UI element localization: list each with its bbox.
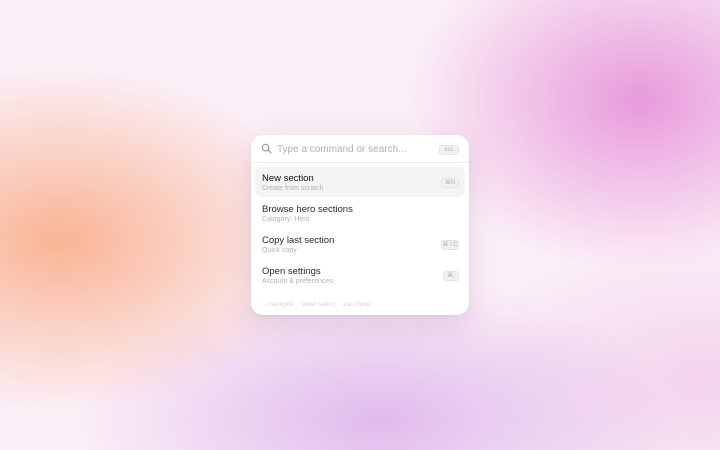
command-item-browse-hero-sections[interactable]: Browse hero sections Category: Hero bbox=[255, 198, 465, 228]
command-item-title: Browse hero sections bbox=[262, 204, 353, 215]
shortcut-hint: ⌘, bbox=[443, 271, 459, 281]
keyboard-hints-footer: ↑↓ navigate enter select esc close bbox=[261, 301, 376, 308]
command-item-title: Open settings bbox=[262, 266, 321, 277]
esc-key-hint: esc bbox=[439, 145, 459, 155]
search-input[interactable] bbox=[277, 141, 435, 157]
search-icon bbox=[261, 143, 272, 154]
command-item-subtitle: Account & preferences bbox=[262, 278, 333, 285]
search-bar: esc bbox=[251, 135, 469, 163]
command-item-open-settings[interactable]: Open settings Account & preferences ⌘, bbox=[255, 260, 465, 290]
command-item-new-section[interactable]: New section Create from scratch ⌘N bbox=[255, 167, 465, 197]
shortcut-hint: ⌘⇧C bbox=[441, 240, 459, 250]
select-hint: enter select bbox=[301, 301, 336, 308]
command-item-subtitle: Quick copy bbox=[262, 247, 297, 254]
shortcut-hint: ⌘N bbox=[441, 178, 459, 188]
command-palette: esc New section Create from scratch ⌘N B… bbox=[251, 135, 469, 315]
command-item-copy-last-section[interactable]: Copy last section Quick copy ⌘⇧C bbox=[255, 229, 465, 259]
command-item-subtitle: Create from scratch bbox=[262, 185, 324, 192]
command-item-title: New section bbox=[262, 173, 314, 184]
command-item-title: Copy last section bbox=[262, 235, 335, 246]
navigate-hint: ↑↓ navigate bbox=[261, 301, 294, 308]
close-hint: esc close bbox=[343, 301, 371, 308]
command-item-subtitle: Category: Hero bbox=[262, 216, 310, 223]
